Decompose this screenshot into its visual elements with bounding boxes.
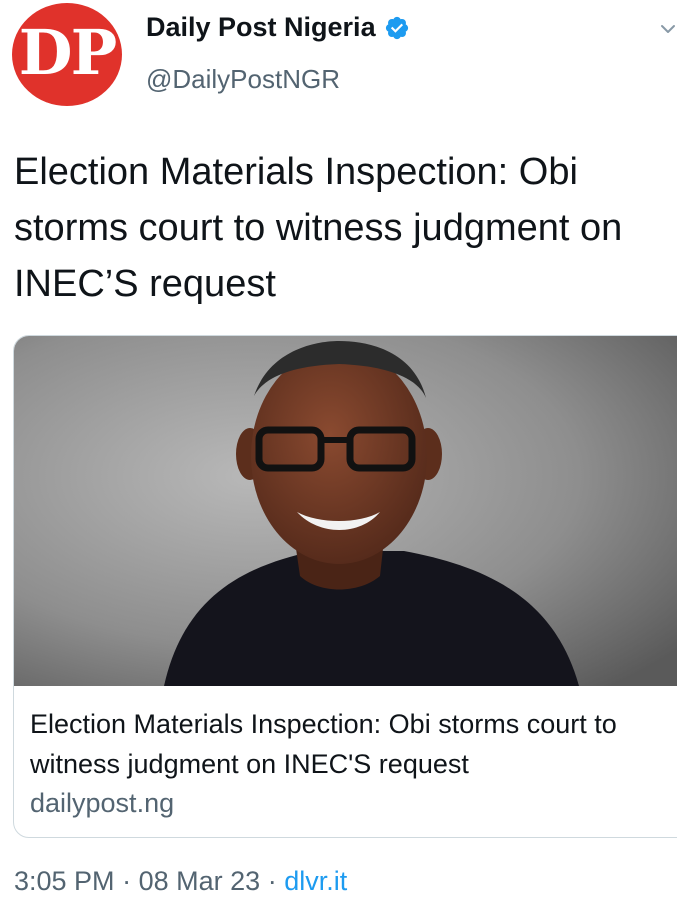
tweet-text: Election Materials Inspection: Obi storm…	[14, 151, 623, 305]
tweet-meta: 3:05 PM · 08 Mar 23 · dlvr.it	[14, 866, 347, 897]
meta-separator: ·	[122, 866, 132, 896]
tweet-time[interactable]: 3:05 PM	[14, 866, 115, 896]
link-card[interactable]: Election Materials Inspection: Obi storm…	[13, 335, 677, 838]
author-name[interactable]: Daily Post Nigeria	[146, 12, 376, 43]
card-image[interactable]	[14, 336, 677, 686]
card-domain[interactable]: dailypost.ng	[30, 788, 174, 819]
tweet-source[interactable]: dlvr.it	[284, 866, 347, 896]
card-title[interactable]: Election Materials Inspection: Obi storm…	[30, 704, 670, 784]
meta-separator: ·	[267, 866, 277, 896]
avatar[interactable]: DP	[12, 3, 122, 106]
author-name-row[interactable]: Daily Post Nigeria	[146, 12, 410, 43]
verified-badge-icon	[385, 16, 408, 39]
avatar-logo-text: DP	[18, 16, 117, 89]
chevron-down-icon[interactable]	[659, 20, 677, 38]
author-handle[interactable]: @DailyPostNGR	[146, 64, 340, 95]
tweet-date[interactable]: 08 Mar 23	[139, 866, 261, 896]
